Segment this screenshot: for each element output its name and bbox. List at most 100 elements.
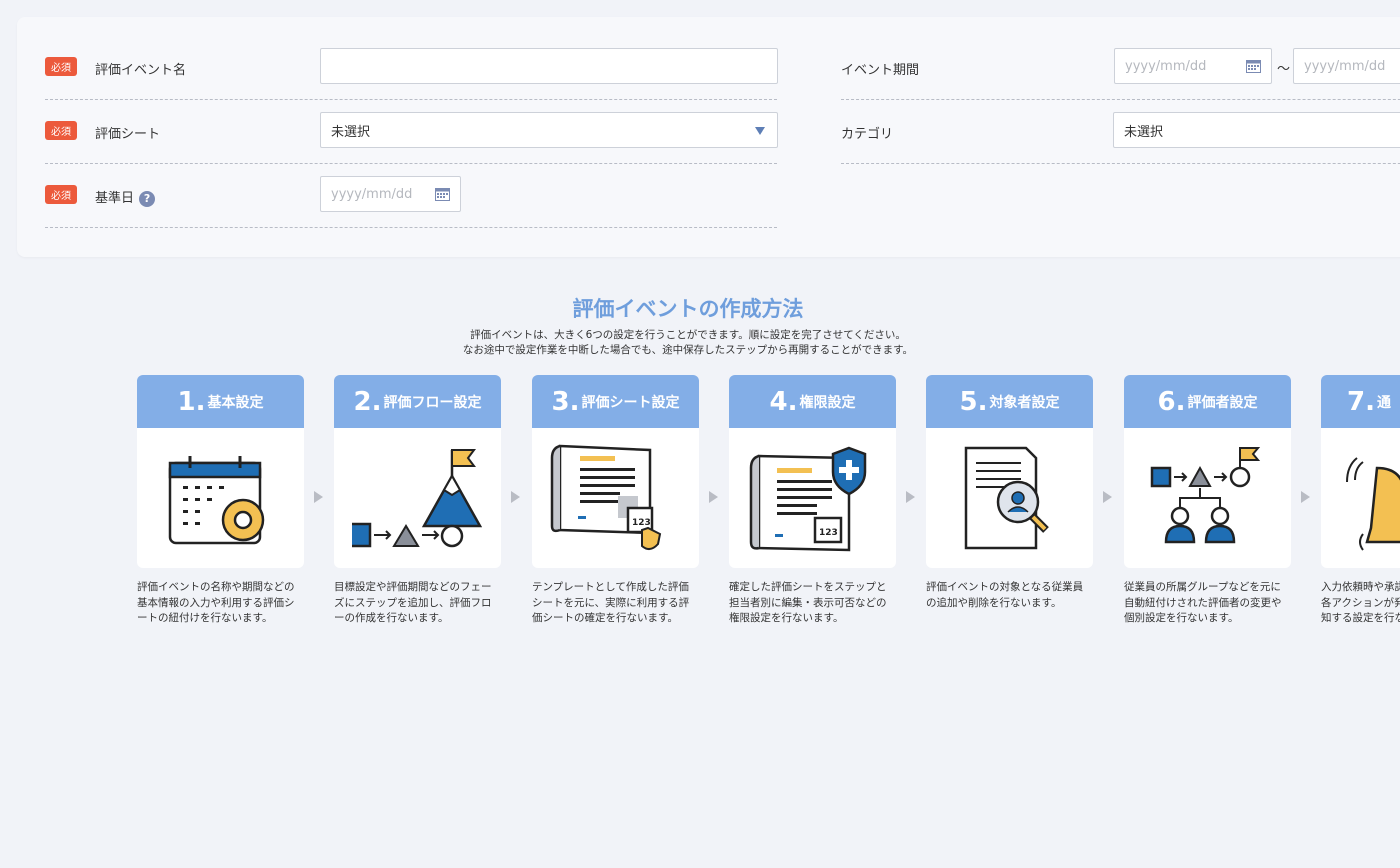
- step-header: 1. 基本設定: [137, 375, 304, 428]
- step-description-line: 確定した評価シートをステップと: [729, 581, 887, 593]
- step-number: 7.: [1347, 386, 1375, 417]
- step-illustration: [137, 428, 304, 568]
- flow-mountain-icon: [352, 449, 482, 548]
- step-illustration: [926, 428, 1093, 568]
- step-description-line: 基本情報の入力や利用する評価シ: [137, 596, 295, 609]
- row-event-name: 必須 評価イベント名: [45, 35, 778, 100]
- sheet-select[interactable]: 未選択: [320, 112, 778, 148]
- step-description-line: 知する設定を行な: [1321, 612, 1400, 624]
- category-select[interactable]: 未選択: [1113, 112, 1400, 148]
- base-date-label: 基準日?: [95, 187, 156, 207]
- step-card-2: 2. 評価フロー設定 目標設定や評価期間などのフェー ズにステップを追加し、評価フ…: [334, 375, 501, 627]
- step-description: 目標設定や評価期間などのフェー ズにステップを追加し、評価フロ ーの作成を行ない…: [334, 580, 504, 627]
- required-badge: 必須: [45, 57, 77, 76]
- step-card-4: 4. 権限設定 123 確定した評価シートをステップと 担当者別に編集・表示可否な…: [729, 375, 896, 627]
- row-base-date: 必須 基準日? yyyy/mm/dd: [45, 163, 777, 228]
- step-number: 1.: [177, 386, 206, 417]
- period-start-placeholder: yyyy/mm/dd: [1125, 58, 1207, 74]
- calendar-icon[interactable]: [1246, 59, 1261, 73]
- row-category: カテゴリ 未選択: [841, 99, 1400, 164]
- category-label: カテゴリ: [841, 127, 894, 142]
- period-end-input[interactable]: yyyy/mm/dd: [1293, 48, 1400, 84]
- chevron-down-icon: [755, 127, 765, 135]
- base-date-input[interactable]: yyyy/mm/dd: [320, 176, 461, 212]
- step-illustration: 123: [532, 428, 699, 568]
- step-description-line: シートを元に、実際に利用する評: [532, 596, 690, 609]
- step-header: 6. 評価者設定: [1124, 375, 1291, 428]
- step-description-line: ーの作成を行ないます。: [334, 612, 449, 624]
- number-glyph: 123: [819, 528, 838, 538]
- number-glyph: 123: [632, 518, 651, 528]
- row-sheet: 必須 評価シート 未選択: [45, 99, 778, 164]
- step-card-5: 5. 対象者設定 評価イベントの対象となる従業員 の追加や削除を行ないます。: [926, 375, 1093, 611]
- sheet-select-value: 未選択: [331, 124, 371, 140]
- base-date-placeholder: yyyy/mm/dd: [331, 186, 413, 202]
- step-description-line: 各アクションが発: [1321, 596, 1400, 609]
- category-select-value: 未選択: [1124, 124, 1164, 140]
- step-label: 通: [1376, 394, 1391, 411]
- step-arrow-icon: [1103, 491, 1112, 503]
- step-arrow-icon: [906, 491, 915, 503]
- step-description-line: ズにステップを追加し、評価フロ: [334, 596, 492, 609]
- step-description-line: テンプレートとして作成した評価: [532, 581, 689, 593]
- step-header: 7. 通: [1321, 375, 1400, 428]
- period-start-input[interactable]: yyyy/mm/dd: [1114, 48, 1272, 84]
- step-arrow-icon: [314, 491, 323, 503]
- step-description-line: 自動紐付けされた評価者の変更や: [1124, 596, 1282, 609]
- step-description-line: 評価イベントの名称や期間などの: [137, 581, 295, 593]
- calendar-gear-icon: [168, 456, 265, 545]
- step-card-1: 1. 基本設定 評価イベントの名称や期間などの 基本情報の入力や利用する評価シ ー…: [137, 375, 304, 627]
- step-card-7: 7. 通 入力依頼時や承認 各アクションが発 知する設定を行な: [1321, 375, 1400, 627]
- step-description: 評価イベントの対象となる従業員 の追加や削除を行ないます。: [926, 580, 1096, 611]
- event-name-label: 評価イベント名: [95, 63, 187, 78]
- step-illustration: [1124, 428, 1291, 568]
- event-form-card: 必須 評価イベント名 必須 評価シート 未選択 必須 基準日? yyyy/mm/…: [17, 17, 1400, 257]
- step-label: 評価フロー設定: [383, 394, 482, 411]
- step-description: 従業員の所属グループなどを元に 自動紐付けされた評価者の変更や 個別設定を行ない…: [1124, 580, 1294, 627]
- step-description-line: 入力依頼時や承認: [1321, 581, 1400, 593]
- step-arrow-icon: [511, 491, 520, 503]
- step-description: 確定した評価シートをステップと 担当者別に編集・表示可否などの 権限設定を行ない…: [729, 580, 899, 627]
- sheet-label: 評価シート: [95, 127, 161, 142]
- step-illustration: [1321, 428, 1400, 568]
- step-header: 5. 対象者設定: [926, 375, 1093, 428]
- step-arrow-icon: [1301, 491, 1310, 503]
- sheet-template-icon: 123: [550, 444, 662, 550]
- step-description-line: 価シートの確定を行ないます。: [532, 612, 678, 624]
- step-number: 2.: [353, 386, 382, 417]
- step-label: 基本設定: [207, 394, 264, 411]
- step-description-line: 権限設定を行ないます。: [729, 612, 844, 624]
- step-description-line: 従業員の所属グループなどを元に: [1124, 581, 1281, 593]
- step-description-line: の追加や削除を行ないます。: [926, 596, 1062, 609]
- step-illustration: [334, 428, 501, 568]
- bell-icon: [1346, 457, 1400, 551]
- step-header: 4. 権限設定: [729, 375, 896, 428]
- calendar-icon[interactable]: [435, 187, 450, 201]
- row-event-period: イベント期間 yyyy/mm/dd 〜 yyyy/mm/dd: [841, 35, 1400, 100]
- guide-subtitle-line1: 評価イベントは、大きく6つの設定を行うことができます。順に設定を完了させてくださ…: [470, 329, 906, 341]
- required-badge: 必須: [45, 185, 77, 204]
- sheet-shield-icon: 123: [749, 446, 867, 552]
- event-name-input[interactable]: [320, 48, 778, 84]
- step-description: テンプレートとして作成した評価 シートを元に、実際に利用する評 価シートの確定を…: [532, 580, 702, 627]
- period-separator: 〜: [1277, 62, 1291, 77]
- document-search-person-icon: [964, 446, 1049, 550]
- step-description-line: 目標設定や評価期間などのフェー: [334, 581, 492, 593]
- guide-subtitle-line2: なお途中で設定作業を中断した場合でも、途中保存したステップから再開することができ…: [462, 344, 914, 356]
- step-card-6: 6. 評価者設定 従業員の所属グループなどを元に 自動紐付けされた評価者の変更や …: [1124, 375, 1291, 627]
- required-badge: 必須: [45, 121, 77, 140]
- flow-people-icon: [1150, 447, 1261, 544]
- step-label: 評価者設定: [1187, 394, 1258, 411]
- help-icon[interactable]: ?: [139, 190, 156, 207]
- step-illustration: 123: [729, 428, 896, 568]
- step-number: 4.: [769, 386, 798, 417]
- period-end-placeholder: yyyy/mm/dd: [1304, 58, 1386, 74]
- step-number: 6.: [1157, 386, 1186, 417]
- step-arrow-icon: [709, 491, 718, 503]
- step-label: 評価シート設定: [581, 394, 680, 411]
- step-card-3: 3. 評価シート設定 123 テンプレートとして作成した評価 シートを元に、実際に…: [532, 375, 699, 627]
- step-label: 対象者設定: [989, 394, 1060, 411]
- guide-title: 評価イベントの作成方法: [572, 297, 804, 321]
- event-period-label: イベント期間: [841, 63, 920, 78]
- step-description: 入力依頼時や承認 各アクションが発 知する設定を行な: [1321, 580, 1400, 627]
